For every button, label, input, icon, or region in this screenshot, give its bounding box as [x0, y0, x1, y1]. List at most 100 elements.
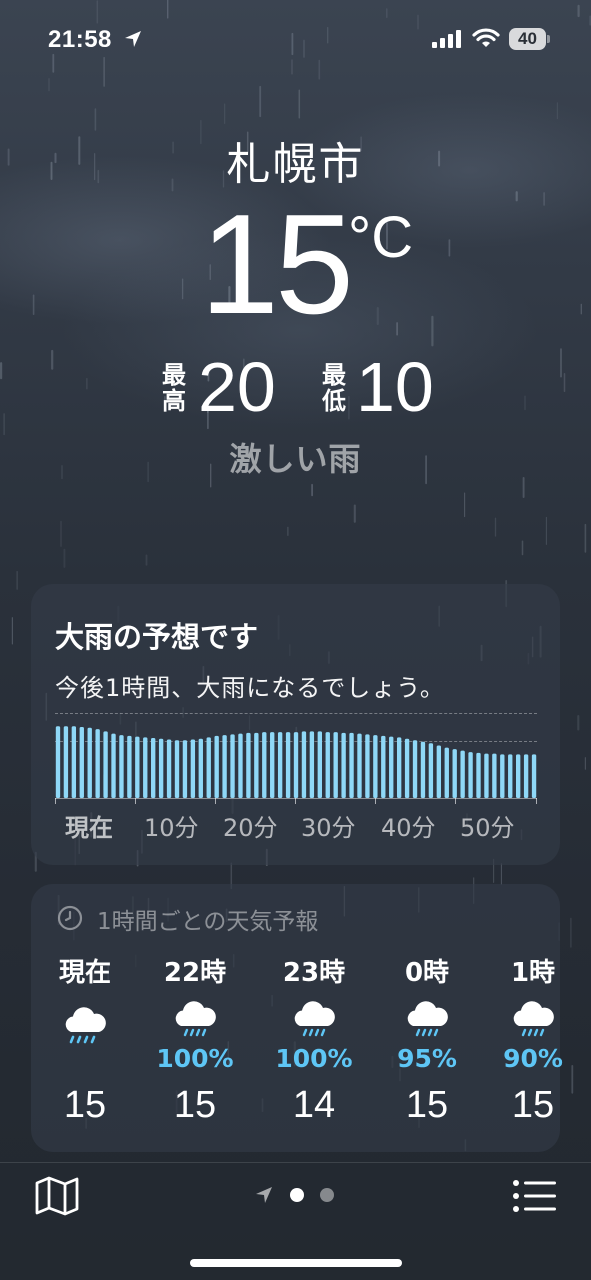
list-icon[interactable]	[512, 1179, 558, 1213]
precipitation-bar	[341, 732, 346, 798]
precipitation-bar	[166, 739, 172, 798]
precipitation-bar	[444, 747, 449, 798]
hour-time: 1時	[510, 958, 556, 988]
precipitation-bar	[389, 736, 394, 798]
temperature-value: 15	[200, 185, 354, 344]
axis-tick	[295, 798, 296, 804]
current-temperature: 15 °C	[0, 190, 591, 340]
cellular-signal-icon	[432, 30, 461, 48]
hour-temperature: 15	[511, 1084, 555, 1126]
home-indicator[interactable]	[190, 1259, 402, 1267]
precipitation-bar	[484, 753, 489, 798]
rain-cloud-icon	[294, 1001, 335, 1037]
precipitation-bar	[500, 754, 505, 798]
hour-time: 0時	[404, 958, 450, 988]
map-icon[interactable]	[34, 1175, 80, 1217]
hourly-title: 1時間ごとの天気予報	[97, 909, 319, 935]
precipitation-bar	[293, 732, 299, 798]
precipitation-bar	[301, 731, 307, 798]
hour-item[interactable]: 23時 100% 14	[259, 952, 369, 1142]
precipitation-title: 大雨の予想です	[55, 620, 259, 654]
axis-label-20min: 20分	[223, 814, 278, 842]
hour-precip-chance: 100%	[156, 1044, 234, 1073]
precipitation-bar	[230, 734, 235, 798]
precipitation-bar	[523, 754, 529, 798]
precipitation-bar	[476, 752, 481, 798]
precipitation-bar	[468, 752, 473, 798]
precipitation-bar	[254, 732, 259, 798]
heavy-rain-cloud-icon	[65, 1007, 106, 1044]
axis-tick	[135, 798, 136, 804]
axis-tick	[455, 798, 456, 804]
hour-item[interactable]: 1時 90% 15	[478, 952, 588, 1142]
precipitation-bar	[412, 740, 418, 798]
precipitation-bar	[63, 726, 69, 798]
page-indicator[interactable]	[252, 1183, 342, 1207]
precipitation-bar	[436, 745, 442, 798]
axis-label-30min: 30分	[301, 814, 356, 842]
wifi-icon	[472, 28, 500, 47]
precipitation-bar	[452, 749, 457, 798]
hour-precip-chance: 95%	[397, 1044, 457, 1073]
precipitation-bar	[158, 738, 164, 798]
precipitation-bar	[198, 738, 203, 798]
chart-axis	[55, 798, 537, 799]
precipitation-bar	[206, 737, 211, 798]
page-dot-inactive	[320, 1188, 334, 1202]
precipitation-bar	[135, 736, 140, 798]
status-bar: 21:58 40	[0, 0, 591, 80]
location-arrow-icon	[125, 31, 141, 47]
hour-item[interactable]: 0時 95% 15	[372, 952, 482, 1142]
city-name: 札幌市	[226, 139, 365, 190]
precipitation-bar	[151, 738, 156, 798]
hour-item[interactable]: 22時 100% 15	[140, 952, 250, 1142]
precipitation-bar	[317, 731, 322, 798]
axis-tick	[375, 798, 376, 804]
precipitation-bar	[95, 729, 100, 798]
precipitation-bar	[87, 727, 92, 798]
precipitation-chart	[55, 726, 537, 798]
axis-tick	[215, 798, 216, 804]
location-arrow-icon	[256, 1187, 272, 1203]
precipitation-bar	[119, 735, 124, 798]
axis-label-50min: 50分	[460, 814, 515, 842]
precipitation-bar	[428, 743, 434, 798]
hourly-forecast-card[interactable]: 1時間ごとの天気予報 現在 15 22時 100% 15 23時 100% 14…	[30, 884, 563, 1152]
hour-temperature: 15	[63, 1084, 107, 1126]
bottom-toolbar	[0, 1162, 591, 1280]
precipitation-bar	[508, 754, 513, 798]
precipitation-subtitle: 今後1時間、大雨になるでしょう。	[55, 674, 445, 702]
precipitation-bar	[277, 732, 283, 798]
hour-time: 22時	[163, 958, 227, 988]
hour-temperature: 15	[405, 1084, 449, 1126]
low-label: 最低	[320, 362, 348, 414]
low-label-text: 最低	[322, 361, 346, 415]
precipitation-bar	[365, 734, 370, 798]
precipitation-bar	[71, 726, 77, 798]
precipitation-bar	[222, 735, 227, 798]
precipitation-bar	[214, 735, 219, 798]
precipitation-bar	[103, 731, 108, 798]
rain-cloud-icon	[175, 1001, 216, 1037]
hour-temperature: 14	[292, 1084, 336, 1126]
precipitation-bar	[492, 753, 497, 798]
precipitation-bar	[420, 741, 426, 798]
precipitation-bar	[270, 732, 275, 798]
precipitation-bar	[531, 754, 537, 798]
hour-time: 23時	[282, 958, 346, 988]
precipitation-card[interactable]: 大雨の予想です 今後1時間、大雨になるでしょう。 現在 10分 20分 30分 …	[31, 584, 560, 865]
precipitation-bar	[325, 732, 330, 798]
clock-icon	[57, 905, 83, 931]
precipitation-bar	[262, 732, 267, 798]
precipitation-bar	[309, 731, 315, 798]
rain-cloud-icon	[407, 1001, 448, 1037]
axis-label-10min: 10分	[144, 814, 199, 842]
precipitation-bar	[238, 733, 243, 798]
high-label-text: 最高	[162, 361, 186, 415]
chart-gridline-top	[55, 713, 537, 714]
hour-item[interactable]: 現在 15	[30, 952, 140, 1142]
battery-icon: 40	[509, 28, 551, 50]
status-time: 21:58	[48, 26, 112, 53]
temperature-unit: °C	[348, 205, 414, 270]
precipitation-bar	[190, 739, 196, 798]
